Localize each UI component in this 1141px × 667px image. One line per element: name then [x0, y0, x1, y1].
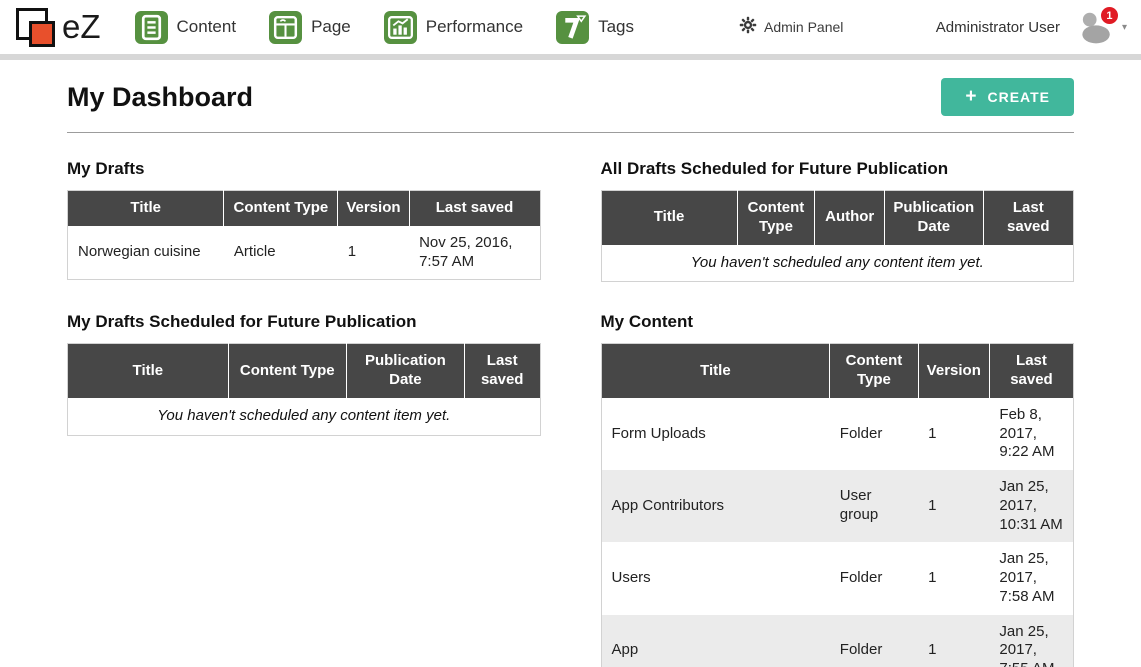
column-header: Last saved	[983, 191, 1073, 245]
notification-badge[interactable]: 1	[1099, 5, 1120, 26]
avatar: 1	[1076, 9, 1116, 45]
panel-title-all-drafts-scheduled: All Drafts Scheduled for Future Publicat…	[601, 159, 1075, 179]
all-drafts-scheduled-table: TitleContent TypeAuthorPublication DateL…	[601, 190, 1075, 282]
table-row[interactable]: UsersFolder1Jan 25, 2017, 7:58 AM	[601, 542, 1074, 614]
performance-icon	[384, 11, 417, 44]
admin-panel-button[interactable]: Admin Panel	[739, 16, 843, 39]
table-cell: Folder	[830, 542, 918, 614]
nav-item-performance[interactable]: Performance	[384, 11, 523, 44]
table-cell: 1	[918, 615, 989, 667]
column-header: Publication Date	[346, 344, 464, 398]
table-cell: Jan 25, 2017, 10:31 AM	[989, 470, 1073, 542]
ez-logo[interactable]: eZ	[14, 4, 101, 50]
column-header: Content Type	[830, 344, 918, 398]
nav-item-tags[interactable]: Tags	[556, 11, 634, 44]
table-cell: Feb 8, 2017, 9:22 AM	[989, 398, 1073, 470]
column-header: Publication Date	[884, 191, 983, 245]
user-menu[interactable]: Administrator User 1 ▾	[936, 9, 1127, 45]
gear-icon	[739, 16, 757, 39]
panel-title-my-drafts-scheduled: My Drafts Scheduled for Future Publicati…	[67, 312, 541, 332]
table-cell: Article	[224, 226, 338, 280]
empty-row: You haven't scheduled any content item y…	[68, 398, 541, 435]
table-row[interactable]: Norwegian cuisineArticle1Nov 25, 2016, 7…	[68, 226, 541, 280]
admin-panel-label: Admin Panel	[764, 19, 843, 35]
table-cell: 1	[918, 470, 989, 542]
table-cell: Folder	[830, 398, 918, 470]
table-cell: Norwegian cuisine	[68, 226, 224, 280]
user-name: Administrator User	[936, 19, 1060, 36]
column-header: Title	[601, 191, 737, 245]
column-header: Last saved	[464, 344, 540, 398]
main-content: My Dashboard + CREATE My Drafts TitleCon…	[0, 60, 1141, 667]
column-header: Last saved	[989, 344, 1073, 398]
table-cell: 1	[338, 226, 409, 280]
page-header: My Dashboard + CREATE	[67, 60, 1074, 133]
panel-my-drafts: My Drafts TitleContent TypeVersionLast s…	[67, 159, 541, 280]
empty-message: You haven't scheduled any content item y…	[601, 245, 1074, 282]
table-cell: 1	[918, 398, 989, 470]
create-button[interactable]: + CREATE	[941, 78, 1074, 116]
plus-icon: +	[965, 90, 977, 104]
chevron-down-icon: ▾	[1122, 22, 1127, 33]
ez-logo-icon	[14, 4, 60, 50]
panel-my-drafts-scheduled: My Drafts Scheduled for Future Publicati…	[67, 312, 541, 435]
column-header: Title	[68, 191, 224, 226]
nav-label-tags: Tags	[598, 17, 634, 37]
column-header: Content Type	[737, 191, 815, 245]
nav-label-page: Page	[311, 17, 351, 37]
my-drafts-scheduled-table: TitleContent TypePublication DateLast sa…	[67, 343, 541, 435]
column-header: Version	[918, 344, 989, 398]
panel-my-content: My Content TitleContent TypeVersionLast …	[601, 312, 1075, 667]
table-cell: Jan 25, 2017, 7:58 AM	[989, 542, 1073, 614]
table-cell: App Contributors	[601, 470, 830, 542]
column-header: Content Type	[228, 344, 346, 398]
table-cell: Form Uploads	[601, 398, 830, 470]
table-cell: Folder	[830, 615, 918, 667]
tags-icon	[556, 11, 589, 44]
nav-label-content: Content	[177, 17, 237, 37]
nav-item-page[interactable]: Page	[269, 11, 351, 44]
column-header: Last saved	[409, 191, 540, 226]
table-cell: Nov 25, 2016, 7:57 AM	[409, 226, 540, 280]
column-header: Author	[815, 191, 885, 245]
my-drafts-table: TitleContent TypeVersionLast savedNorweg…	[67, 190, 541, 280]
table-row[interactable]: App ContributorsUser group1Jan 25, 2017,…	[601, 470, 1074, 542]
page-icon	[269, 11, 302, 44]
table-cell: User group	[830, 470, 918, 542]
column-header: Title	[601, 344, 830, 398]
table-row[interactable]: AppFolder1Jan 25, 2017, 7:55 AM	[601, 615, 1074, 667]
table-cell: App	[601, 615, 830, 667]
dashboard-grid: My Drafts TitleContent TypeVersionLast s…	[67, 159, 1074, 667]
table-cell: Users	[601, 542, 830, 614]
create-button-label: CREATE	[987, 89, 1050, 105]
table-row[interactable]: Form UploadsFolder1Feb 8, 2017, 9:22 AM	[601, 398, 1074, 470]
content-icon	[135, 11, 168, 44]
panel-title-my-content: My Content	[601, 312, 1075, 332]
my-content-table: TitleContent TypeVersionLast savedForm U…	[601, 343, 1075, 667]
column-header: Title	[68, 344, 229, 398]
page-title: My Dashboard	[67, 82, 253, 113]
main-nav: Content Page	[135, 11, 668, 44]
panel-all-drafts-scheduled: All Drafts Scheduled for Future Publicat…	[601, 159, 1075, 282]
table-cell: Jan 25, 2017, 7:55 AM	[989, 615, 1073, 667]
nav-item-content[interactable]: Content	[135, 11, 237, 44]
nav-label-performance: Performance	[426, 17, 523, 37]
empty-message: You haven't scheduled any content item y…	[68, 398, 541, 435]
table-cell: 1	[918, 542, 989, 614]
topbar: eZ Content Pa	[0, 0, 1141, 60]
column-header: Version	[338, 191, 409, 226]
panel-title-my-drafts: My Drafts	[67, 159, 541, 179]
column-header: Content Type	[224, 191, 338, 226]
empty-row: You haven't scheduled any content item y…	[601, 245, 1074, 282]
ez-logo-text: eZ	[62, 8, 101, 46]
